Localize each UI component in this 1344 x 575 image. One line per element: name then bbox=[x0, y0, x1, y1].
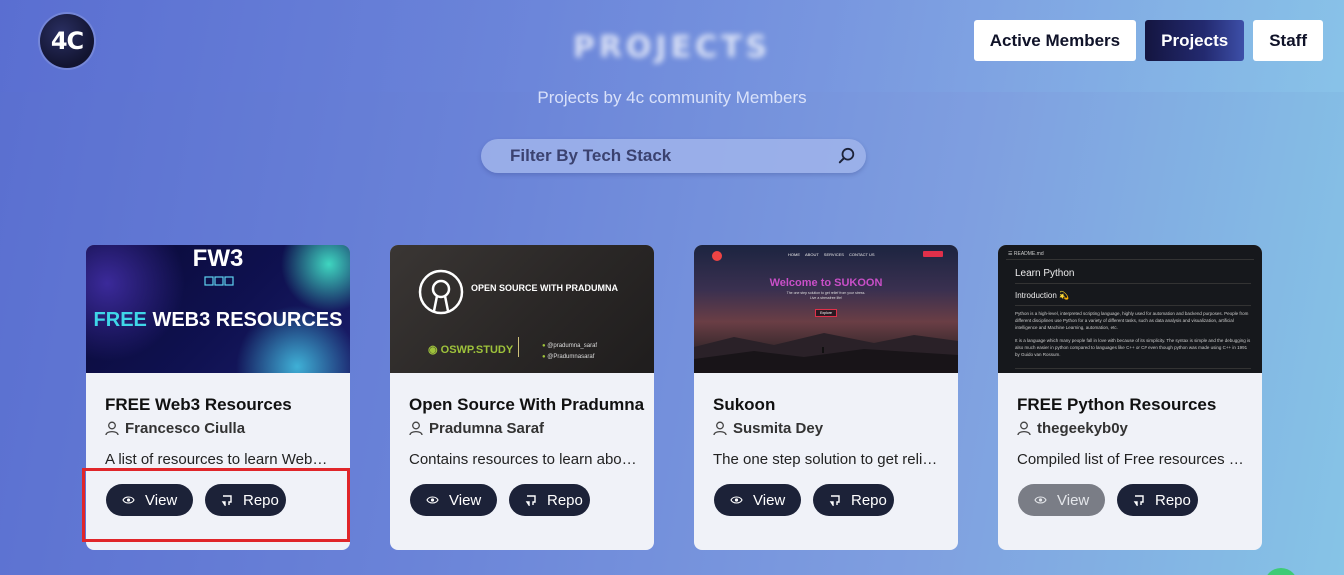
project-card: HOME ABOUT SERVICES CONTACT US Welcome to S… bbox=[694, 245, 958, 550]
card-title: Sukoon bbox=[713, 395, 776, 414]
fw3-banner: FREE WEB3 RESOURCES bbox=[93, 309, 343, 331]
thumbnail-paragraph: Python is a high-level, interpreted scri… bbox=[1015, 311, 1249, 330]
tech-stack-filter[interactable]: Filter By Tech Stack bbox=[481, 139, 866, 173]
thumbnail-sub: The one step solution to get relief from… bbox=[786, 291, 866, 300]
page-subtitle: Projects by 4c community Members bbox=[537, 88, 807, 107]
divider bbox=[518, 337, 519, 357]
thumbnail-heading: Welcome to SUKOON bbox=[769, 277, 883, 289]
chat-bubble-icon[interactable] bbox=[1264, 568, 1298, 575]
github-icon bbox=[829, 495, 840, 506]
divider bbox=[1006, 259, 1254, 260]
github-icon bbox=[525, 495, 536, 506]
project-card: ☰ README.md Learn Python Introduction 💫 … bbox=[998, 245, 1262, 550]
eye-icon bbox=[426, 496, 439, 504]
project-thumbnail: HOME ABOUT SERVICES CONTACT US Welcome to S… bbox=[694, 245, 958, 373]
thumbnail-handles: ● @pradumna_saraf ● @Pradumnasaraf bbox=[542, 343, 598, 360]
project-thumbnail: ☰ README.md Learn Python Introduction 💫 … bbox=[998, 245, 1262, 373]
user-icon bbox=[713, 421, 727, 436]
top-nav: Active Members Projects Staff bbox=[973, 20, 1323, 61]
staff-button[interactable]: Staff bbox=[1253, 20, 1323, 61]
thumbnail-filename: ☰ README.md bbox=[1008, 251, 1044, 257]
view-button[interactable]: View bbox=[714, 484, 801, 516]
cubes-icon bbox=[204, 276, 234, 286]
repo-button[interactable]: Repo bbox=[1117, 484, 1198, 516]
github-icon bbox=[1133, 495, 1144, 506]
user-icon bbox=[409, 421, 423, 436]
card-title: FREE Python Resources bbox=[1017, 395, 1217, 414]
card-author: thegeekyb0y bbox=[1017, 420, 1128, 437]
search-icon[interactable] bbox=[838, 147, 856, 165]
open-source-icon bbox=[418, 269, 464, 315]
projects-button[interactable]: Projects bbox=[1145, 20, 1245, 61]
mountain-silhouette bbox=[694, 333, 958, 373]
view-button[interactable]: View bbox=[410, 484, 497, 516]
thumbnail-site: ◉ OSWP.STUDY bbox=[428, 344, 514, 356]
thumbnail-paragraph: It is a language which many people fall … bbox=[1015, 338, 1251, 357]
eye-icon bbox=[1034, 496, 1047, 504]
eye-icon bbox=[730, 496, 743, 504]
thumbnail-explore: Explore bbox=[815, 309, 837, 317]
thumbnail-section: Introduction 💫 bbox=[1015, 291, 1069, 300]
card-author: Susmita Dey bbox=[713, 420, 823, 437]
thumbnail-heading: Learn Python bbox=[1015, 268, 1075, 279]
view-button[interactable]: View bbox=[1018, 484, 1105, 516]
divider bbox=[1015, 368, 1251, 369]
card-title: Open Source With Pradumna bbox=[409, 395, 645, 414]
user-icon bbox=[105, 421, 119, 436]
card-description: The one step solution to get relief from… bbox=[713, 451, 941, 468]
thumbnail-heading: OPEN SOURCE WITH PRADUMNA bbox=[471, 283, 619, 293]
repo-button[interactable]: Repo bbox=[813, 484, 894, 516]
divider bbox=[1015, 283, 1251, 284]
card-author: Francesco Ciulla bbox=[105, 420, 245, 437]
card-title: FREE Web3 Resources bbox=[105, 395, 292, 414]
search-placeholder: Filter By Tech Stack bbox=[510, 146, 672, 165]
thumbnail-nav-button bbox=[923, 251, 943, 257]
project-thumbnail: FW3 FREE WEB3 RESOURCES bbox=[86, 245, 350, 373]
thumbnail-nav: HOME ABOUT SERVICES CONTACT US bbox=[788, 252, 875, 257]
repo-button[interactable]: Repo bbox=[509, 484, 590, 516]
divider bbox=[1015, 305, 1251, 306]
highlight-box bbox=[82, 468, 350, 542]
card-description: Compiled list of Free resources to learn… bbox=[1017, 451, 1245, 468]
user-icon bbox=[1017, 421, 1031, 436]
card-description: A list of resources to learn Web3 for FR… bbox=[105, 451, 333, 468]
card-author: Pradumna Saraf bbox=[409, 420, 544, 437]
project-thumbnail: OPEN SOURCE WITH PRADUMNA ◉ OSWP.STUDY ●… bbox=[390, 245, 654, 373]
sukoon-logo bbox=[712, 251, 722, 261]
card-description: Contains resources to learn about open s… bbox=[409, 451, 637, 468]
active-members-button[interactable]: Active Members bbox=[973, 20, 1137, 61]
project-card: OPEN SOURCE WITH PRADUMNA ◉ OSWP.STUDY ●… bbox=[390, 245, 654, 550]
fw3-logo-text: FW3 bbox=[192, 245, 244, 272]
